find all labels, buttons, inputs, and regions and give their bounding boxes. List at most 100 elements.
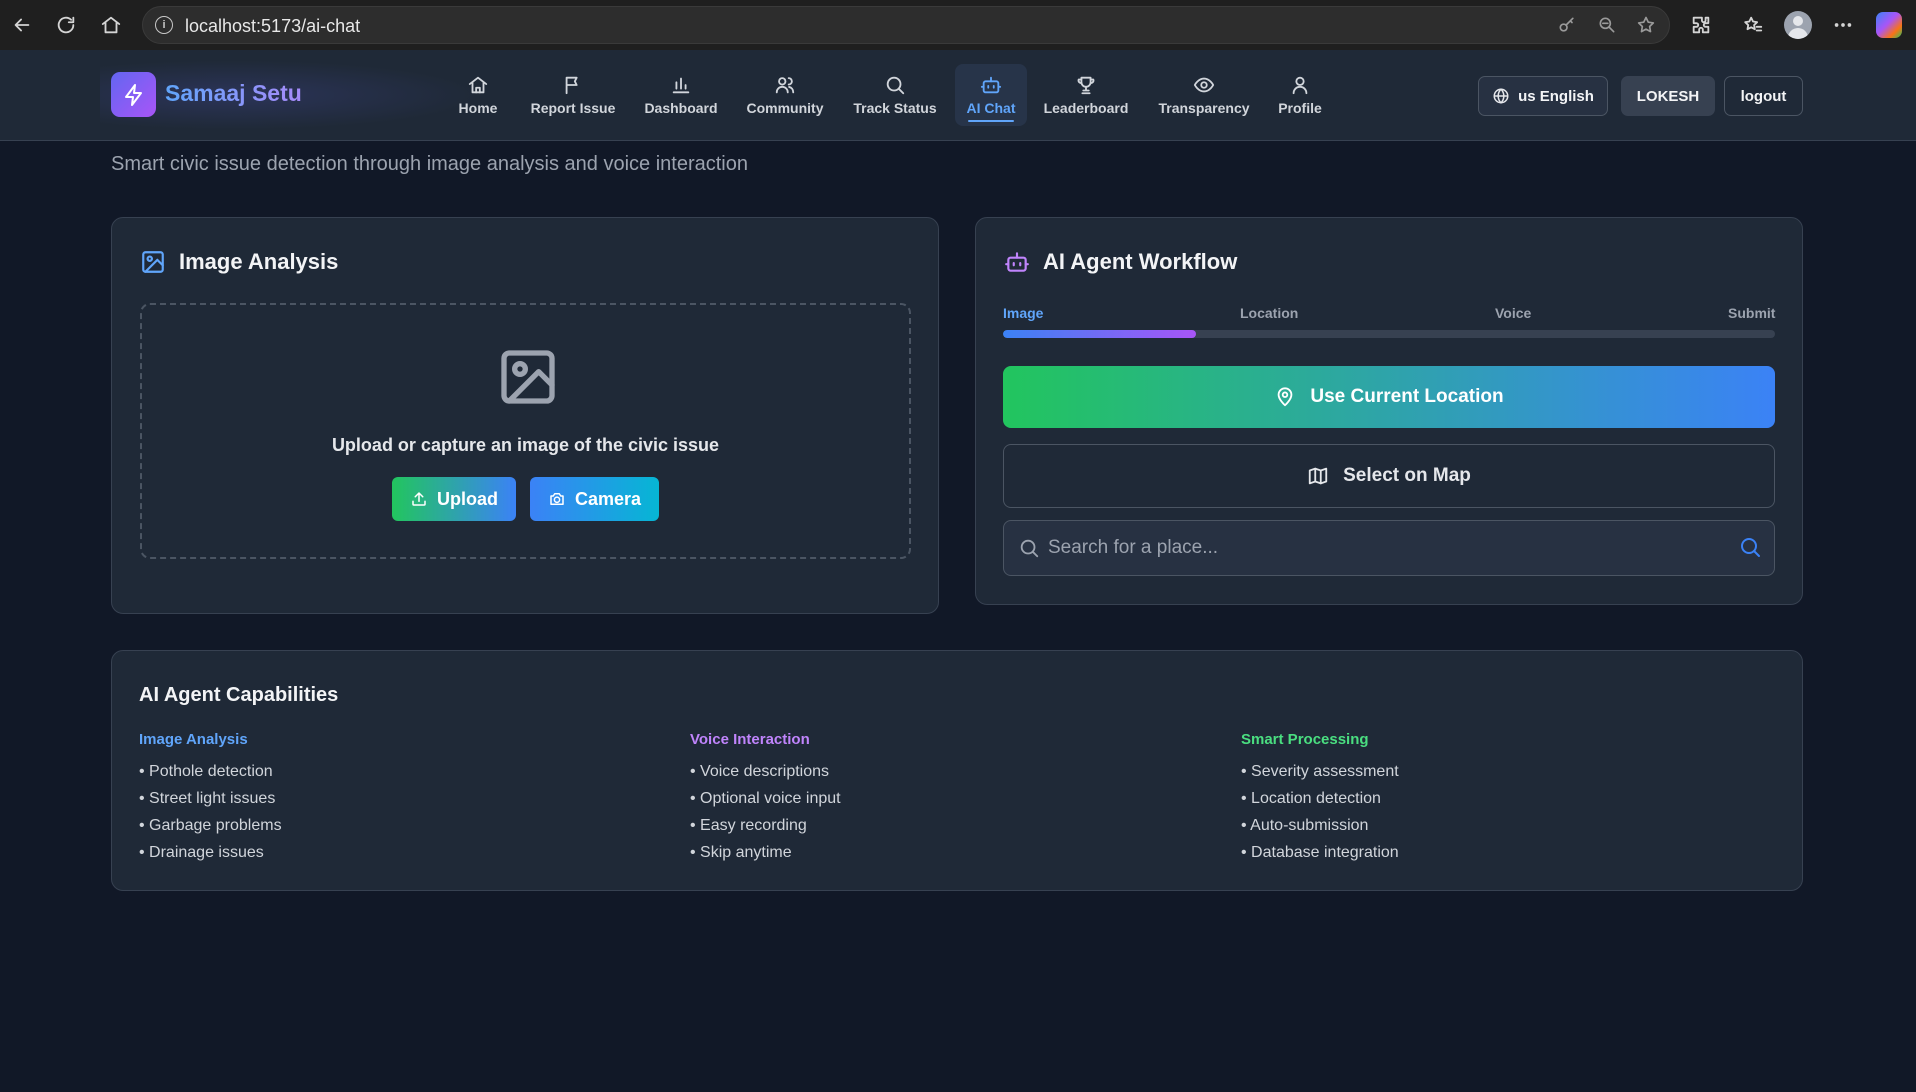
image-analysis-title: Image Analysis	[179, 249, 339, 274]
trophy-icon	[1077, 76, 1095, 95]
search-submit-icon[interactable]	[1738, 535, 1764, 561]
camera-button[interactable]: Camera	[530, 477, 659, 521]
capability-item: • Optional voice input	[690, 790, 841, 807]
upload-label: Upload	[437, 488, 498, 509]
place-search-box	[1003, 520, 1775, 576]
nav-ai-chat[interactable]: AI Chat	[955, 64, 1027, 126]
address-bar[interactable]: i localhost:5173/ai-chat	[142, 6, 1670, 44]
nav-dashboard[interactable]: Dashboard	[640, 64, 722, 126]
workflow-progress-bar	[1003, 330, 1775, 338]
nav-home[interactable]: Home	[450, 64, 506, 126]
browser-toolbar: i localhost:5173/ai-chat	[0, 0, 1916, 50]
back-button[interactable]	[6, 9, 38, 41]
camera-icon	[550, 493, 564, 505]
use-current-location-button[interactable]: Use Current Location	[1003, 366, 1775, 428]
workflow-progress-fill	[1003, 330, 1196, 338]
info-icon[interactable]: i	[155, 16, 173, 34]
profile-avatar[interactable]	[1784, 11, 1812, 39]
capability-column-image: Image Analysis • Pothole detection • Str…	[139, 731, 282, 866]
home-icon	[468, 76, 488, 94]
capability-item: • Skip anytime	[690, 844, 792, 861]
globe-icon	[1493, 88, 1509, 104]
home-browser-button[interactable]	[95, 9, 127, 41]
page-subtitle: Smart civic issue detection through imag…	[111, 153, 748, 175]
workflow-card: AI Agent Workflow Image Location Voice S…	[975, 217, 1803, 605]
language-label: us English	[1518, 87, 1594, 105]
camera-label: Camera	[574, 488, 642, 509]
select-on-map-label: Select on Map	[1343, 465, 1471, 486]
map-icon	[1308, 467, 1328, 485]
upload-button[interactable]: Upload	[392, 477, 516, 521]
upload-icon	[412, 492, 426, 506]
capabilities-title: AI Agent Capabilities	[139, 684, 339, 706]
capability-item: • Pothole detection	[139, 763, 273, 780]
copilot-icon[interactable]	[1876, 12, 1902, 38]
workflow-title: AI Agent Workflow	[1043, 249, 1238, 274]
zoom-icon[interactable]	[1597, 15, 1619, 37]
reload-icon	[57, 16, 75, 34]
search-icon	[1018, 537, 1040, 559]
nav-label: Leaderboard	[1043, 100, 1129, 116]
bot-icon	[1004, 249, 1030, 275]
nav-label: Home	[458, 100, 498, 116]
dropzone-prompt: Upload or capture an image of the civic …	[331, 435, 720, 455]
capability-item: • Database integration	[1241, 844, 1399, 861]
star-icon[interactable]	[1636, 15, 1658, 37]
key-icon[interactable]	[1557, 15, 1579, 37]
nav-report-issue[interactable]: Report Issue	[526, 64, 620, 126]
capability-heading: Image Analysis	[139, 731, 248, 748]
nav-label: Report Issue	[530, 100, 616, 116]
url-text[interactable]: localhost:5173/ai-chat	[185, 16, 360, 37]
capabilities-card: AI Agent Capabilities Image Analysis • P…	[111, 650, 1803, 891]
logout-button[interactable]: logout	[1724, 76, 1803, 116]
capability-item: • Garbage problems	[139, 817, 282, 834]
extensions-icon[interactable]	[1688, 12, 1714, 38]
nav-transparency[interactable]: Transparency	[1154, 64, 1254, 126]
nav-label: Community	[746, 100, 824, 116]
select-on-map-button[interactable]: Select on Map	[1003, 444, 1775, 508]
app-header: Samaaj Setu Home Report Issue Dashboard …	[0, 50, 1916, 141]
nav-label: Profile	[1278, 100, 1322, 116]
step-location: Location	[1240, 305, 1299, 321]
capability-column-voice: Voice Interaction • Voice descriptions •…	[690, 731, 841, 866]
app-name[interactable]: Samaaj Setu	[165, 80, 302, 107]
step-voice: Voice	[1495, 305, 1532, 321]
image-analysis-card: Image Analysis Upload or capture an imag…	[111, 217, 939, 614]
logo-lightning-icon[interactable]	[111, 72, 156, 117]
nav-track-status[interactable]: Track Status	[848, 64, 942, 126]
capability-item: • Severity assessment	[1241, 763, 1399, 780]
step-image: Image	[1003, 305, 1044, 321]
capability-column-processing: Smart Processing • Severity assessment •…	[1241, 731, 1399, 866]
image-dropzone[interactable]: Upload or capture an image of the civic …	[140, 303, 911, 559]
image-placeholder-icon	[496, 345, 560, 409]
user-button[interactable]: LOKESH	[1621, 76, 1715, 116]
use-current-location-label: Use Current Location	[1310, 386, 1504, 407]
capability-heading: Voice Interaction	[690, 731, 810, 748]
capability-heading: Smart Processing	[1241, 731, 1369, 748]
nav-label: Transparency	[1158, 100, 1250, 116]
users-icon	[775, 77, 795, 94]
capability-item: • Auto-submission	[1241, 817, 1369, 834]
nav-label: Dashboard	[644, 100, 718, 116]
capability-item: • Easy recording	[690, 817, 807, 834]
bot-icon	[980, 76, 1002, 94]
reload-button[interactable]	[50, 9, 82, 41]
capability-item: • Location detection	[1241, 790, 1381, 807]
nav-community[interactable]: Community	[742, 64, 828, 126]
more-icon[interactable]	[1830, 12, 1856, 38]
search-icon	[886, 76, 905, 95]
favorites-icon[interactable]	[1740, 12, 1766, 38]
nav-profile[interactable]: Profile	[1274, 64, 1326, 126]
eye-icon	[1193, 77, 1215, 93]
capability-item: • Voice descriptions	[690, 763, 830, 780]
nav-leaderboard[interactable]: Leaderboard	[1040, 64, 1132, 126]
language-button[interactable]: us English	[1478, 76, 1608, 116]
arrow-left-icon	[14, 18, 30, 32]
capability-item: • Street light issues	[139, 790, 276, 807]
flag-icon	[565, 76, 578, 95]
bar-chart-icon	[672, 77, 690, 94]
image-icon	[140, 249, 166, 275]
place-search-input[interactable]	[1048, 533, 1708, 563]
capability-item: • Drainage issues	[139, 844, 264, 861]
step-submit: Submit	[1728, 305, 1776, 321]
